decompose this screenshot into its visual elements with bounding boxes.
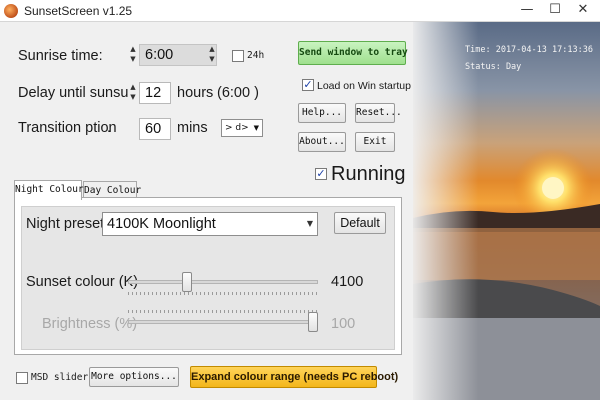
brightness-slider-thumb[interactable] (308, 312, 318, 332)
24h-label: 24h (247, 50, 265, 61)
chevron-down-icon: ▼ (306, 219, 313, 228)
brightness-value: 100 (331, 316, 356, 332)
help-button[interactable]: Help... (298, 103, 346, 123)
sunrise-spin-icon[interactable]: ▲ ▼ (129, 44, 137, 66)
delay-hours-input[interactable]: 12 (139, 82, 171, 104)
minimize-button[interactable]: — (514, 1, 540, 19)
about-button[interactable]: About... (298, 132, 346, 152)
photo-time-text: Time: 2017-04-13 17:13:36 (465, 45, 593, 55)
night-preset-label: Night preset: (26, 216, 109, 232)
checkmark-icon: ✓ (316, 167, 326, 180)
sunset-colour-slider-thumb[interactable] (182, 272, 192, 292)
sunrise-time-input[interactable]: 6:00 (139, 44, 217, 66)
title-bar[interactable]: SunsetScreen v1.25 — ☐ ✕ (0, 0, 600, 22)
brightness-track[interactable] (128, 320, 318, 324)
transition-label: Transition ption (18, 120, 117, 136)
transition-unit: mins (177, 120, 208, 136)
delay-computed-time: (6:00 ) (217, 85, 259, 101)
sunset-preview-image: Time: 2017-04-13 17:13:36 Status: Day (413, 22, 600, 400)
sunset-colour-value: 4100 (331, 274, 364, 290)
24h-checkbox[interactable] (232, 50, 244, 62)
night-preset-value: 4100K Moonlight (107, 216, 216, 232)
delay-label: Delay until sunsu (18, 85, 129, 101)
photo-status-text: Status: Day (465, 62, 522, 72)
tab-night-colour[interactable]: Night Colour (14, 180, 84, 200)
send-to-tray-button[interactable]: Send window to tray (298, 41, 408, 65)
maximize-button[interactable]: ☐ (542, 1, 568, 19)
load-startup-label: Load on Win startup (317, 80, 411, 92)
transition-dot: . (107, 120, 112, 136)
delay-spin-icon[interactable]: ▲ ▼ (129, 82, 137, 104)
delay-unit: hours (177, 85, 214, 101)
close-button[interactable]: ✕ (570, 1, 596, 19)
expand-colour-range-button[interactable]: Expand colour range (needs PC reboot) (190, 366, 398, 388)
sunset-app-icon (4, 4, 18, 18)
checkmark-icon: ✓ (303, 78, 313, 91)
brightness-ticks (128, 310, 318, 313)
sunset-colour-ticks (128, 292, 318, 295)
transition-mode-select[interactable]: > d> ▼ (221, 119, 263, 137)
more-options-button[interactable]: More options... (89, 367, 179, 387)
default-button[interactable]: Default (334, 212, 386, 234)
load-startup-checkbox[interactable]: ✓ (302, 79, 314, 91)
sunrise-label: Sunrise time: (18, 48, 103, 64)
transition-minutes-input[interactable]: 60 (139, 118, 171, 140)
window-title: SunsetScreen v1.25 (24, 4, 133, 18)
night-preset-select[interactable]: 4100K Moonlight ▼ (102, 212, 318, 236)
msd-sliders-checkbox[interactable] (16, 372, 28, 384)
sunset-colour-track[interactable] (128, 280, 318, 284)
running-label: Running (331, 163, 406, 185)
msd-sliders-label: MSD sliders (31, 372, 94, 383)
chevron-down-icon: ▼ (253, 124, 259, 132)
brightness-label: Brightness (%) (42, 316, 138, 332)
sunrise-spin-right-icon[interactable]: ▲ ▼ (208, 44, 216, 66)
running-checkbox[interactable]: ✓ (315, 168, 327, 180)
exit-button[interactable]: Exit (355, 132, 395, 152)
reset-button[interactable]: Reset... (355, 103, 402, 123)
transition-mode-value: > d> (225, 123, 249, 133)
sunset-colour-label: Sunset colour (K) (26, 274, 139, 290)
